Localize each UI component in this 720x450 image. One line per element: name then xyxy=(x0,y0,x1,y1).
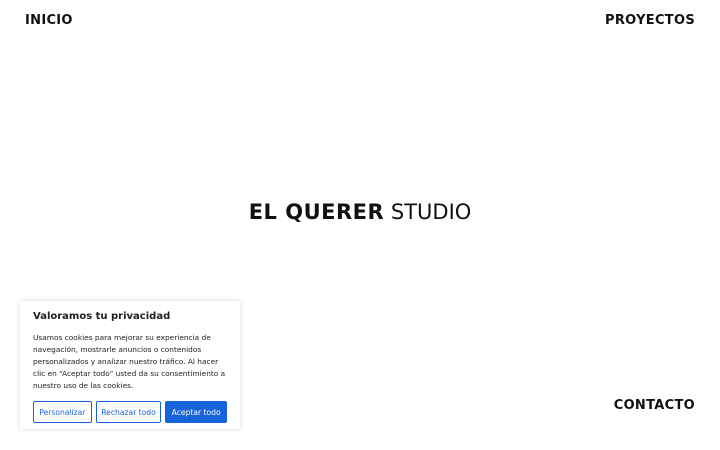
page: INICIO PROYECTOS EL QUERER STUDIO CONTAC… xyxy=(0,0,720,450)
nav-proyectos-link[interactable]: PROYECTOS xyxy=(605,13,695,28)
nav-inicio-link[interactable]: INICIO xyxy=(25,13,73,28)
nav-contacto-link[interactable]: CONTACTO xyxy=(614,398,695,413)
cookie-description: Usamos cookies para mejorar su experienc… xyxy=(33,333,226,390)
customize-cookies-button[interactable]: Personalizar xyxy=(33,401,92,423)
cookie-button-group: Personalizar Rechazar todo Aceptar todo xyxy=(33,401,227,423)
site-title: EL QUERER STUDIO xyxy=(0,200,720,224)
cookie-consent-banner: Valoramos tu privacidad Usamos cookies p… xyxy=(20,301,240,429)
reject-all-cookies-button[interactable]: Rechazar todo xyxy=(95,401,162,423)
cookie-title: Valoramos tu privacidad xyxy=(33,311,171,322)
site-title-light: STUDIO xyxy=(390,200,472,224)
site-title-bold: EL QUERER xyxy=(248,200,385,224)
accept-all-cookies-button[interactable]: Aceptar todo xyxy=(165,401,227,423)
